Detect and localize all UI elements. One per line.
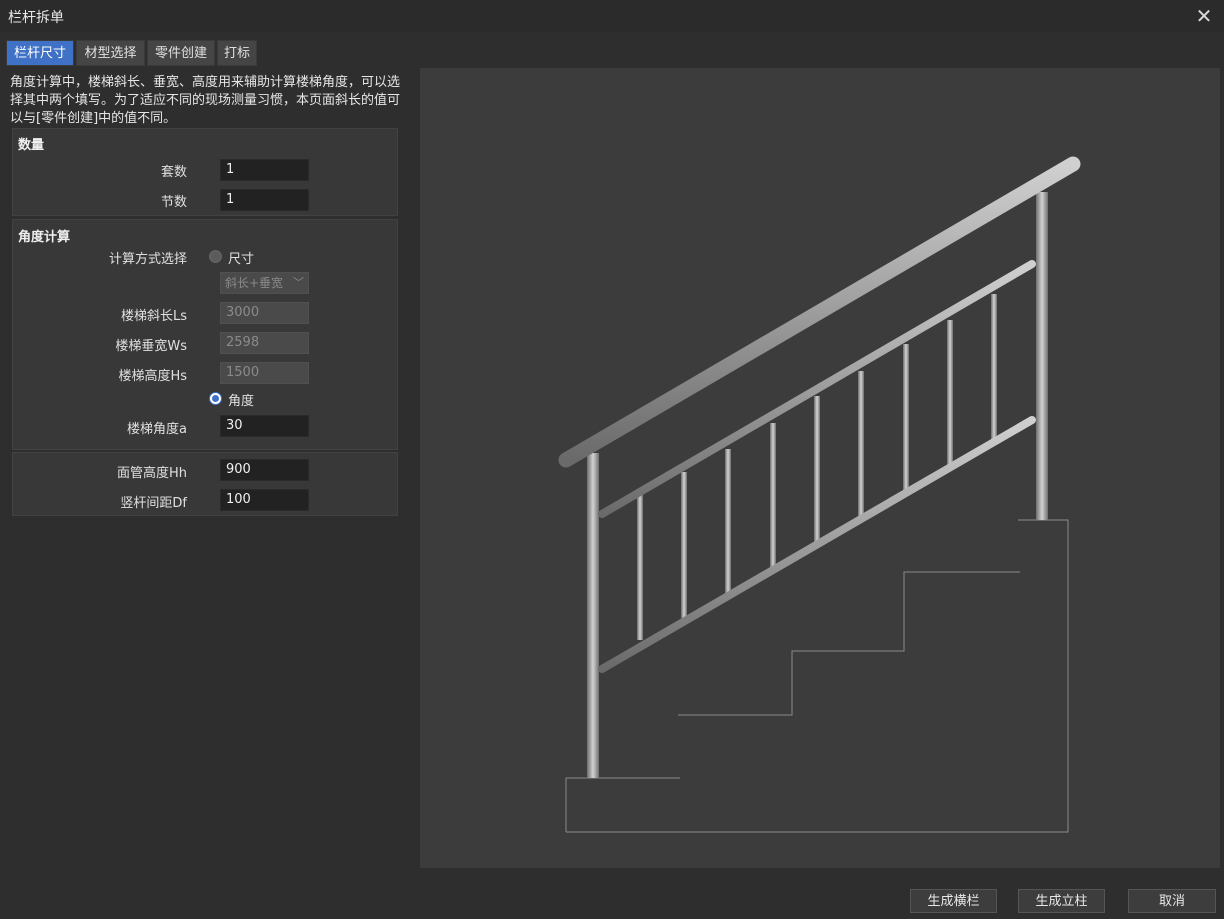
right-post [1036, 192, 1048, 520]
slope-label: 楼梯斜长Ls [120, 309, 187, 324]
width-input[interactable]: 2598 [220, 332, 309, 354]
quantity-group-title: 数量 [18, 138, 45, 153]
tab-part-create[interactable]: 零件创建 [147, 40, 215, 66]
height-input[interactable]: 1500 [220, 362, 309, 384]
description-text: 角度计算中，楼梯斜长、垂宽、高度用来辅助计算楼梯角度，可以选择其中两个填写。为了… [10, 75, 401, 126]
height-label: 楼梯高度Hs [118, 369, 187, 384]
slope-input[interactable]: 3000 [220, 302, 309, 324]
quantity-group: 数量 套数 1 节数 1 [12, 128, 398, 216]
radio-angle[interactable] [209, 392, 222, 405]
left-post [587, 453, 599, 778]
close-icon[interactable]: ✕ [1184, 0, 1224, 32]
angle-group: 角度计算 计算方式选择 尺寸 斜长+垂宽 ﹀ 楼梯斜长Ls 3000 楼梯垂宽Ws… [12, 219, 398, 450]
generate-rail-button[interactable]: 生成横栏 [910, 889, 997, 913]
tab-marking[interactable]: 打标 [217, 40, 257, 66]
railing-preview [420, 68, 1220, 868]
spacing-label: 竖杆间距Df [120, 496, 187, 511]
tab-material-select[interactable]: 材型选择 [76, 40, 145, 66]
title-bar: 栏杆拆单 ✕ [0, 0, 1224, 32]
rail-group: 面管高度Hh 900 竖杆间距Df 100 [12, 452, 398, 516]
width-label: 楼梯垂宽Ws [115, 339, 187, 354]
railing-illustration [558, 156, 1081, 833]
tab-railing-size[interactable]: 栏杆尺寸 [6, 40, 74, 66]
generate-post-button[interactable]: 生成立柱 [1018, 889, 1105, 913]
sections-label: 节数 [160, 195, 187, 210]
angle-input[interactable]: 30 [220, 415, 309, 437]
angle-label: 楼梯角度a [127, 422, 187, 437]
spacing-input[interactable]: 100 [220, 489, 309, 511]
sections-input[interactable]: 1 [220, 189, 309, 211]
face-height-input[interactable]: 900 [220, 459, 309, 481]
radio-size[interactable] [209, 250, 222, 263]
window-title: 栏杆拆单 [8, 10, 64, 26]
sets-input[interactable]: 1 [220, 159, 309, 181]
method-combo-value: 斜长+垂宽 [225, 276, 284, 290]
radio-angle-label: 角度 [228, 394, 255, 409]
method-combo[interactable]: 斜长+垂宽 ﹀ [220, 272, 309, 294]
chevron-down-icon: ﹀ [293, 276, 304, 289]
face-height-label: 面管高度Hh [116, 466, 187, 481]
cancel-button[interactable]: 取消 [1128, 889, 1216, 913]
angle-group-title: 角度计算 [18, 230, 71, 245]
sets-label: 套数 [160, 165, 187, 180]
method-label: 计算方式选择 [108, 252, 187, 267]
radio-size-label: 尺寸 [228, 252, 255, 267]
